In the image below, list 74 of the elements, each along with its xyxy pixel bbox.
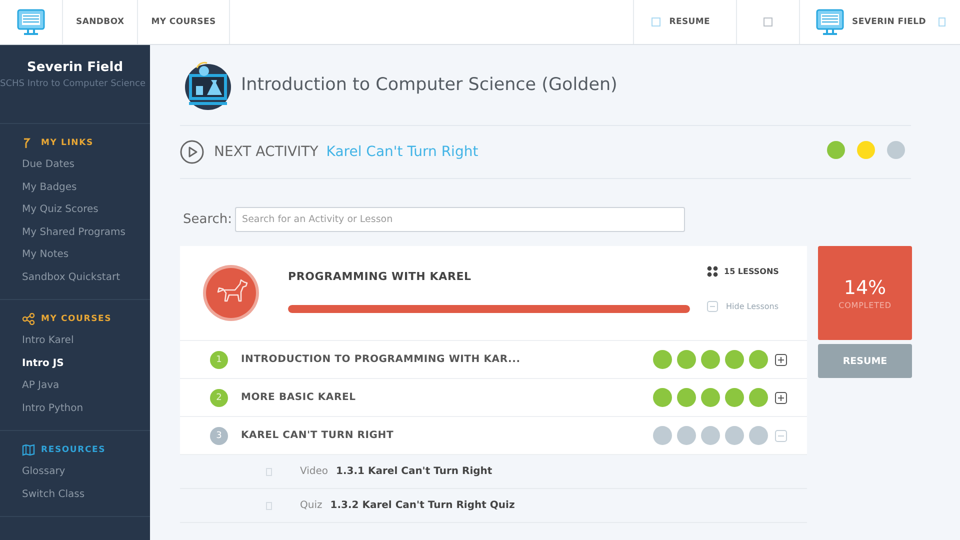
square-icon bbox=[763, 17, 774, 27]
activity-dot[interactable] bbox=[701, 350, 720, 369]
monitor-avatar-icon bbox=[816, 8, 844, 36]
activity-dot[interactable] bbox=[725, 388, 744, 407]
play-icon bbox=[180, 140, 204, 164]
sidebar-link[interactable]: Sandbox Quickstart bbox=[22, 266, 150, 289]
lab-monitor-icon bbox=[183, 60, 233, 110]
map-icon bbox=[22, 444, 35, 456]
collapse-icon[interactable] bbox=[775, 430, 787, 442]
sidebar-link[interactable]: Intro Karel bbox=[22, 330, 150, 352]
activity-dot[interactable] bbox=[677, 350, 696, 369]
search-field[interactable]: Search for an Activity or Lesson bbox=[235, 207, 686, 232]
activity-dot[interactable] bbox=[653, 350, 672, 369]
next-activity-label: NEXT ACTIVITY bbox=[214, 144, 318, 160]
sidebar-link[interactable]: Intro JS bbox=[22, 352, 150, 375]
percent-value: 14% bbox=[844, 276, 886, 298]
activity-dot[interactable] bbox=[677, 426, 696, 445]
expand-icon[interactable] bbox=[775, 392, 787, 404]
section-heading: MY COURSES bbox=[41, 314, 112, 324]
sidebar-link[interactable]: My Shared Programs bbox=[22, 222, 150, 244]
lesson-number: 2 bbox=[210, 388, 228, 406]
hide-lessons-link[interactable]: Hide Lessons bbox=[707, 301, 807, 312]
square-icon bbox=[266, 468, 272, 476]
activity-dot[interactable] bbox=[749, 350, 768, 369]
sidebar-link[interactable]: AP Java bbox=[22, 375, 150, 398]
sidebar-link[interactable]: Switch Class bbox=[22, 484, 150, 506]
lesson-title[interactable]: KAREL CAN'T TURN RIGHT bbox=[241, 430, 653, 441]
activity-dot[interactable] bbox=[701, 426, 720, 445]
activity-type: Quiz bbox=[300, 500, 322, 511]
expand-icon[interactable] bbox=[775, 354, 787, 366]
activity-dot[interactable] bbox=[701, 388, 720, 407]
sidebar-link[interactable]: My Quiz Scores bbox=[22, 199, 150, 222]
sidebar-link[interactable]: Glossary bbox=[22, 461, 150, 484]
user-menu[interactable]: SEVERIN FIELD bbox=[800, 0, 960, 44]
collapse-icon bbox=[707, 301, 718, 312]
grid-dots-icon bbox=[707, 266, 718, 277]
lessons-count: 15 LESSONS bbox=[724, 267, 779, 276]
square-icon bbox=[266, 502, 272, 510]
share-icon bbox=[22, 313, 35, 325]
square-icon bbox=[651, 17, 662, 27]
section-heading: RESOURCES bbox=[41, 445, 106, 455]
search-label: Search: bbox=[183, 212, 232, 227]
monitor-logo-icon bbox=[17, 8, 45, 36]
resume-button[interactable]: RESUME bbox=[818, 344, 912, 378]
sidebar-link[interactable]: My Notes bbox=[22, 244, 150, 266]
section-heading: MY LINKS bbox=[41, 138, 94, 148]
activity-link[interactable]: 1.3.1 Karel Can't Turn Right bbox=[336, 466, 492, 477]
lesson-title[interactable]: MORE BASIC KAREL bbox=[241, 392, 653, 403]
resume-link[interactable]: RESUME bbox=[633, 0, 738, 44]
activity-dot[interactable] bbox=[677, 388, 696, 407]
activity-type: Video bbox=[300, 466, 328, 477]
activity-dot[interactable] bbox=[749, 426, 768, 445]
activity-dot[interactable] bbox=[725, 350, 744, 369]
course-title: Introduction to Computer Science (Golden) bbox=[241, 75, 618, 95]
sidebar-link[interactable]: Due Dates bbox=[22, 154, 150, 176]
completed-label: COMPLETED bbox=[838, 300, 892, 310]
square-icon bbox=[938, 17, 946, 27]
activity-dot[interactable] bbox=[653, 426, 672, 445]
unit-title: PROGRAMMING WITH KAREL bbox=[288, 270, 472, 282]
next-activity-link[interactable]: Karel Can't Turn Right bbox=[326, 144, 478, 160]
lesson-number: 1 bbox=[210, 350, 228, 368]
lesson-title[interactable]: INTRODUCTION TO PROGRAMMING WITH KAR... bbox=[241, 354, 653, 365]
nav-link[interactable]: SANDBOX bbox=[63, 0, 138, 44]
sidebar-link[interactable]: My Badges bbox=[22, 176, 150, 199]
class-name: SCHS Intro to Computer Science bbox=[0, 78, 146, 91]
activity-dot[interactable] bbox=[725, 426, 744, 445]
user-name: Severin Field bbox=[26, 60, 124, 75]
nav-link[interactable]: MY COURSES bbox=[138, 0, 230, 44]
activity-dot[interactable] bbox=[749, 388, 768, 407]
sidebar-link[interactable]: Intro Python bbox=[22, 398, 150, 420]
activity-dot[interactable] bbox=[653, 388, 672, 407]
activity-link[interactable]: 1.3.2 Karel Can't Turn Right Quiz bbox=[330, 500, 515, 511]
dog-icon bbox=[202, 264, 260, 322]
lesson-number: 3 bbox=[210, 426, 228, 444]
